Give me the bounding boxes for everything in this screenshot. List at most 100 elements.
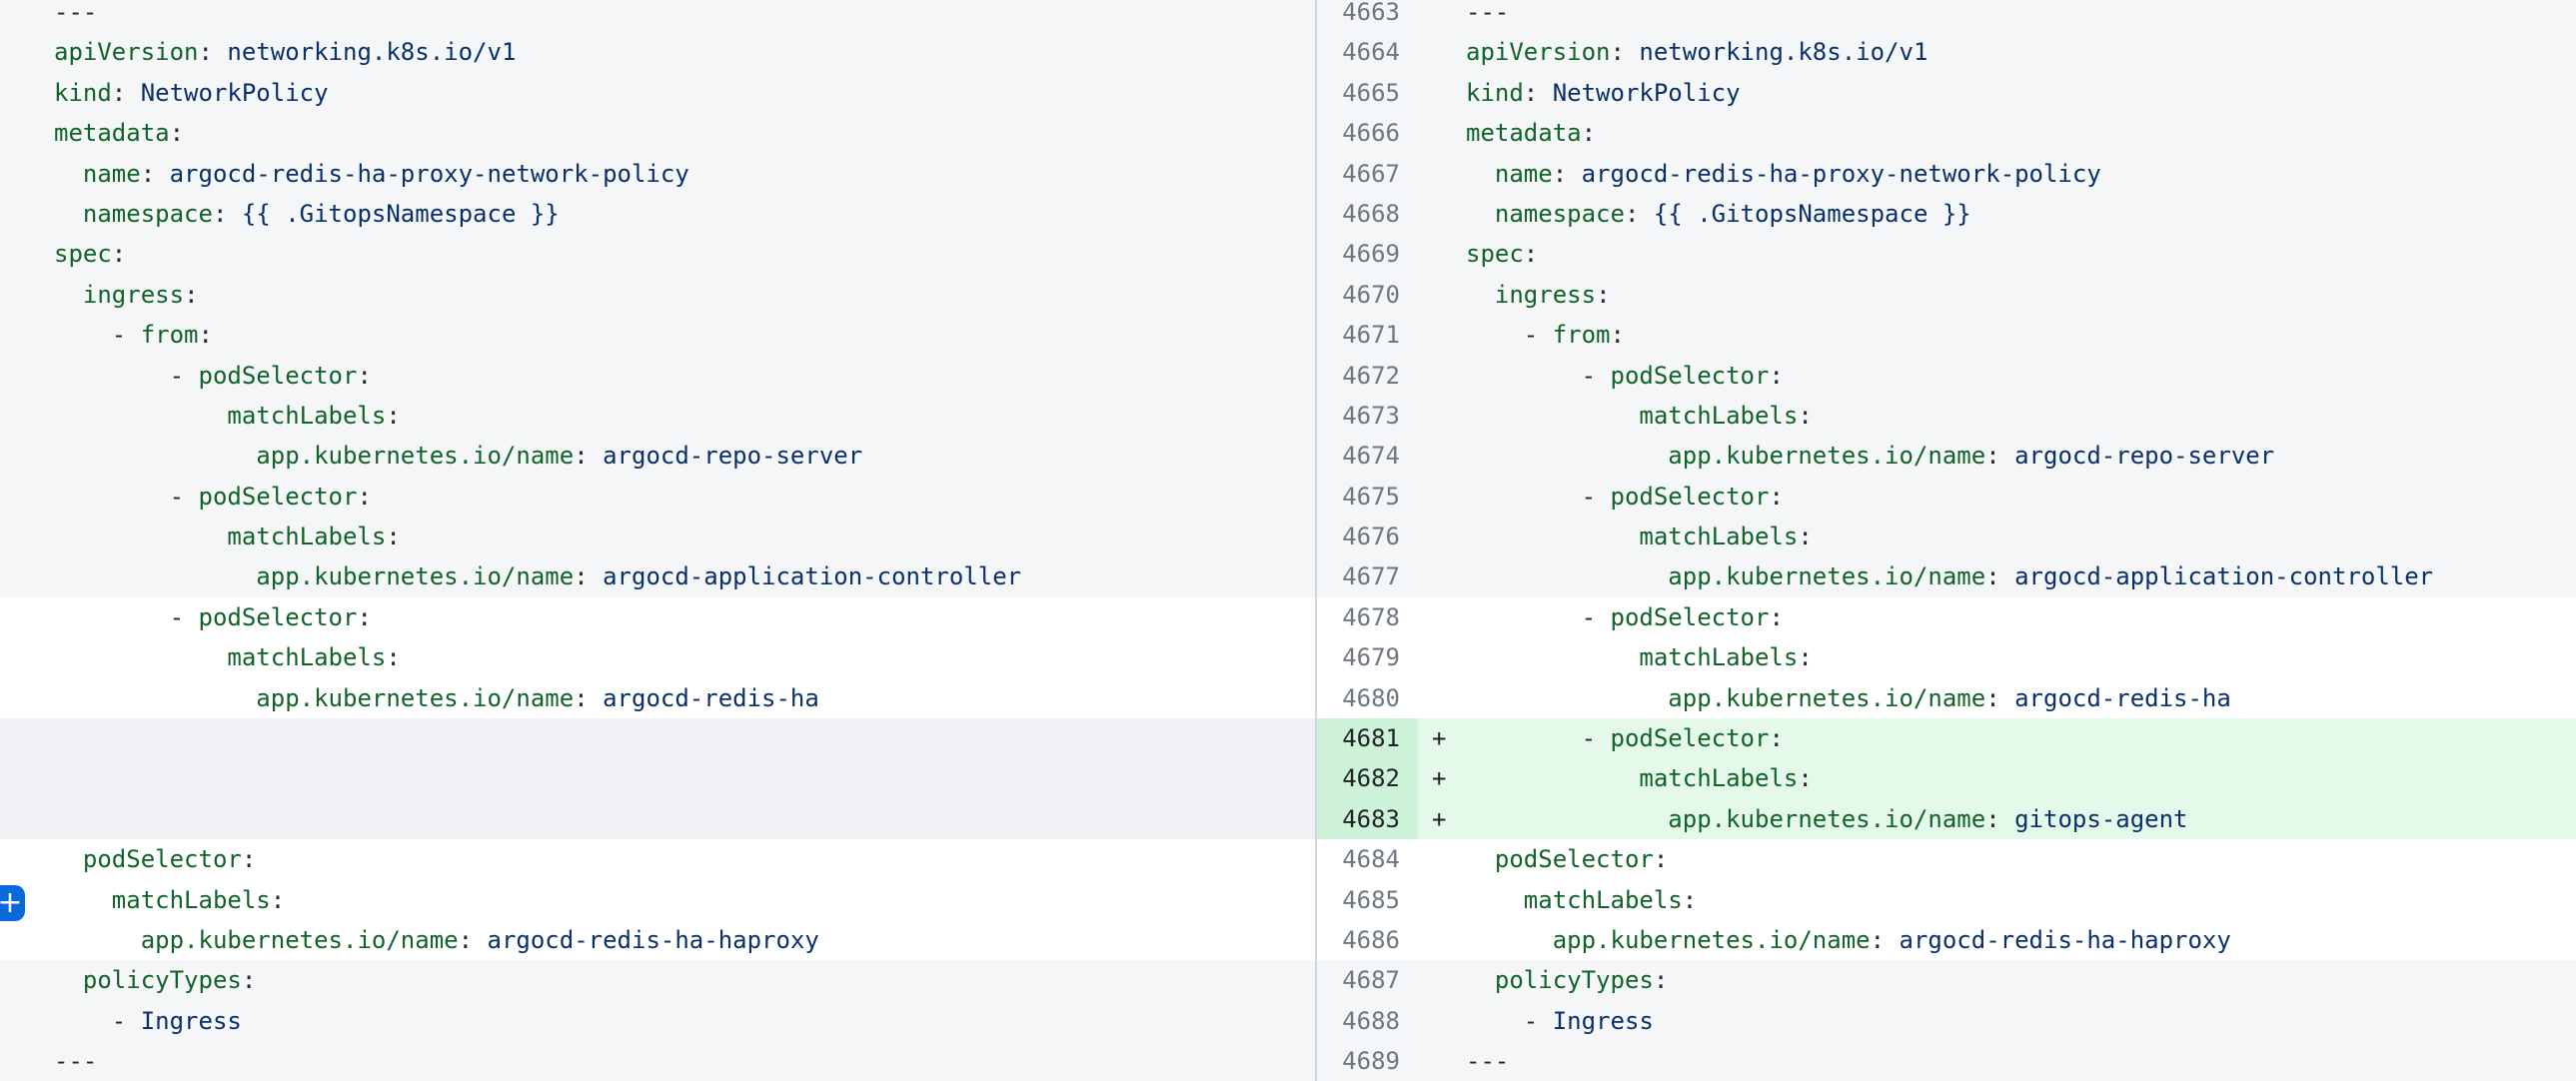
code-line: apiVersion: networking.k8s.io/v1 (0, 32, 1315, 72)
code-cell: app.kubernetes.io/name: argocd-repo-serv… (0, 436, 1315, 476)
line-number[interactable]: 4672 (1317, 356, 1418, 396)
diff-row-new: 4664apiVersion: networking.k8s.io/v1 (1317, 32, 2576, 72)
code-line: spec: (0, 234, 1315, 274)
diff-row-old: --- (0, 0, 1315, 32)
diff-row-new: 4682+ matchLabels: (1317, 758, 2576, 798)
code-line: matchLabels: (1418, 396, 2576, 436)
empty-placeholder-row (0, 758, 1315, 798)
code-cell: matchLabels: (0, 880, 1315, 920)
code-cell: --- (1418, 1041, 2576, 1081)
line-number[interactable]: 4675 (1317, 477, 1418, 517)
code-cell: --- (0, 1041, 1315, 1081)
code-line: --- (0, 0, 1315, 32)
code-cell: matchLabels: (0, 517, 1315, 556)
code-line: - Ingress (1418, 1001, 2576, 1041)
code-cell: matchLabels: (1418, 637, 2576, 677)
code-line: --- (0, 1041, 1315, 1081)
empty-placeholder-row (0, 799, 1315, 839)
diff-row-old: - podSelector: (0, 477, 1315, 517)
diff-row-new: 4663--- (1317, 0, 2576, 32)
code-cell: - podSelector: (1418, 356, 2576, 396)
diff-row-old: matchLabels: (0, 880, 1315, 920)
diff-row-new: 4675 - podSelector: (1317, 477, 2576, 517)
diff-row-new: 4666metadata: (1317, 113, 2576, 153)
line-number[interactable]: 4686 (1317, 920, 1418, 960)
line-number[interactable]: 4676 (1317, 517, 1418, 556)
code-cell: policyTypes: (1418, 960, 2576, 1000)
line-number[interactable]: 4669 (1317, 234, 1418, 274)
add-comment-button[interactable]: + (0, 885, 25, 921)
line-number[interactable]: 4683 (1317, 799, 1418, 839)
diff-row-old: policyTypes: (0, 960, 1315, 1000)
code-cell: app.kubernetes.io/name: argocd-redis-ha (0, 678, 1315, 718)
code-cell: spec: (1418, 234, 2576, 274)
code-cell: app.kubernetes.io/name: argocd-redis-ha-… (1418, 920, 2576, 960)
code-line: --- (1418, 1041, 2576, 1081)
code-cell: - podSelector: (0, 477, 1315, 517)
line-number[interactable]: 4664 (1317, 32, 1418, 72)
line-number[interactable]: 4666 (1317, 113, 1418, 153)
line-number[interactable]: 4663 (1317, 0, 1418, 32)
old-code-pane: ---apiVersion: networking.k8s.io/v1kind:… (0, 0, 1315, 1081)
code-cell: - podSelector: (0, 597, 1315, 637)
code-line: matchLabels: (1418, 758, 2576, 798)
line-number[interactable]: 4688 (1317, 1001, 1418, 1041)
line-number[interactable]: 4677 (1317, 556, 1418, 596)
code-line: matchLabels: (0, 517, 1315, 556)
line-number[interactable]: 4689 (1317, 1041, 1418, 1081)
empty-placeholder-row (0, 718, 1315, 758)
diff-row-new: 4685 matchLabels: (1317, 880, 2576, 920)
code-line: app.kubernetes.io/name: argocd-redis-ha-… (0, 920, 1315, 960)
line-number[interactable]: 4671 (1317, 315, 1418, 355)
code-line: apiVersion: networking.k8s.io/v1 (1418, 32, 2576, 72)
diff-row-old: matchLabels: (0, 517, 1315, 556)
diff-row-old: name: argocd-redis-ha-proxy-network-poli… (0, 154, 1315, 194)
line-number[interactable]: 4684 (1317, 839, 1418, 879)
diff-row-old: matchLabels: (0, 637, 1315, 677)
line-number[interactable]: 4673 (1317, 396, 1418, 436)
code-line: matchLabels: (1418, 517, 2576, 556)
line-number[interactable]: 4670 (1317, 275, 1418, 315)
code-cell: + matchLabels: (1418, 758, 2576, 798)
code-line: namespace: {{ .GitopsNamespace }} (1418, 194, 2576, 234)
code-cell: name: argocd-redis-ha-proxy-network-poli… (1418, 154, 2576, 194)
diff-row-new: 4687 policyTypes: (1317, 960, 2576, 1000)
code-line: metadata: (1418, 113, 2576, 153)
line-number[interactable]: 4681 (1317, 718, 1418, 758)
diff-row-new: 4668 namespace: {{ .GitopsNamespace }} (1317, 194, 2576, 234)
code-cell: apiVersion: networking.k8s.io/v1 (0, 32, 1315, 72)
code-line: - podSelector: (1418, 718, 2576, 758)
code-cell: namespace: {{ .GitopsNamespace }} (0, 194, 1315, 234)
code-line: podSelector: (1418, 839, 2576, 879)
code-line: - from: (0, 315, 1315, 355)
line-number[interactable]: 4687 (1317, 960, 1418, 1000)
line-number[interactable]: 4668 (1317, 194, 1418, 234)
diff-row-new: 4688 - Ingress (1317, 1001, 2576, 1041)
code-line: name: argocd-redis-ha-proxy-network-poli… (0, 154, 1315, 194)
code-cell: spec: (0, 234, 1315, 274)
diff-row-old: --- (0, 1041, 1315, 1081)
line-number[interactable]: 4679 (1317, 637, 1418, 677)
code-line: - podSelector: (1418, 597, 2576, 637)
line-number[interactable]: 4678 (1317, 597, 1418, 637)
code-line: metadata: (0, 113, 1315, 153)
diff-row-new: 4667 name: argocd-redis-ha-proxy-network… (1317, 154, 2576, 194)
line-number[interactable]: 4665 (1317, 73, 1418, 113)
line-number[interactable]: 4685 (1317, 880, 1418, 920)
code-cell: kind: NetworkPolicy (0, 73, 1315, 113)
code-cell: --- (0, 0, 1315, 32)
old-code-rows: ---apiVersion: networking.k8s.io/v1kind:… (0, 0, 1315, 1081)
code-cell: app.kubernetes.io/name: argocd-repo-serv… (1418, 436, 2576, 476)
code-line: app.kubernetes.io/name: argocd-redis-ha (1418, 678, 2576, 718)
diff-row-new: 4683+ app.kubernetes.io/name: gitops-age… (1317, 799, 2576, 839)
diff-row-new: 4676 matchLabels: (1317, 517, 2576, 556)
line-number[interactable]: 4667 (1317, 154, 1418, 194)
code-line: policyTypes: (0, 960, 1315, 1000)
diff-row-old: kind: NetworkPolicy (0, 73, 1315, 113)
line-number[interactable]: 4682 (1317, 758, 1418, 798)
code-line: matchLabels: (0, 880, 1315, 920)
line-number[interactable]: 4680 (1317, 678, 1418, 718)
code-cell: matchLabels: (1418, 517, 2576, 556)
diff-row-old: - Ingress (0, 1001, 1315, 1041)
line-number[interactable]: 4674 (1317, 436, 1418, 476)
